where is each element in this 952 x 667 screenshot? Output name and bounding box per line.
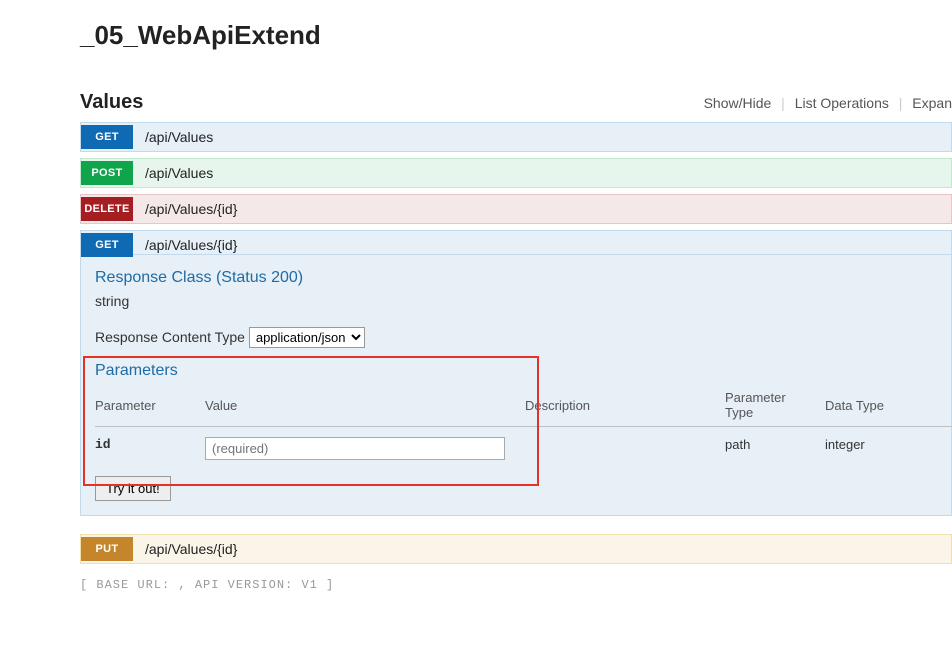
method-badge-delete: DELETE — [81, 197, 133, 221]
method-badge-get: GET — [81, 233, 133, 257]
operation-path: /api/Values — [145, 165, 213, 181]
parameters-heading: Parameters — [95, 362, 937, 380]
table-row: id path integer — [95, 427, 952, 465]
response-type: string — [95, 293, 937, 309]
parameters-section: Parameters Parameter Value Description P… — [95, 362, 937, 501]
operation-path: /api/Values/{id} — [145, 541, 237, 557]
col-data-type: Data Type — [825, 386, 952, 427]
expand-link[interactable]: Expan — [912, 95, 952, 111]
operation-row[interactable]: POST /api/Values — [80, 158, 952, 188]
param-data-type: integer — [825, 427, 952, 465]
parameters-table: Parameter Value Description Parameter Ty… — [95, 386, 952, 464]
method-badge-get: GET — [81, 125, 133, 149]
section-actions: Show/Hide | List Operations | Expan — [704, 95, 952, 111]
col-param-type: Parameter Type — [725, 386, 825, 427]
try-it-out-button[interactable]: Try it out! — [95, 476, 171, 501]
operation-path: /api/Values/{id} — [145, 237, 237, 253]
col-parameter: Parameter — [95, 386, 205, 427]
separator: | — [781, 95, 785, 111]
operation-row[interactable]: DELETE /api/Values/{id} — [80, 194, 952, 224]
operation-row[interactable]: PUT /api/Values/{id} — [80, 534, 952, 564]
col-value: Value — [205, 386, 525, 427]
operation-path: /api/Values/{id} — [145, 201, 237, 217]
operation-path: /api/Values — [145, 129, 213, 145]
method-badge-post: POST — [81, 161, 133, 185]
separator: | — [899, 95, 903, 111]
operation-row[interactable]: GET /api/Values — [80, 122, 952, 152]
method-badge-put: PUT — [81, 537, 133, 561]
param-type: path — [725, 427, 825, 465]
footer-info: [ base url: , api version: v1 ] — [80, 578, 952, 592]
content-type-label: Response Content Type — [95, 329, 245, 345]
operation-body: Response Class (Status 200) string Respo… — [80, 254, 952, 516]
param-value-input[interactable] — [205, 437, 505, 460]
response-class-label: Response Class (Status 200) — [95, 269, 937, 287]
param-description — [525, 427, 725, 465]
page-title: _05_WebApiExtend — [80, 20, 952, 51]
list-operations-link[interactable]: List Operations — [795, 95, 889, 111]
param-name: id — [95, 427, 205, 465]
col-description: Description — [525, 386, 725, 427]
content-type-select[interactable]: application/json — [249, 327, 365, 348]
section-title[interactable]: Values — [80, 91, 143, 114]
showhide-link[interactable]: Show/Hide — [704, 95, 772, 111]
